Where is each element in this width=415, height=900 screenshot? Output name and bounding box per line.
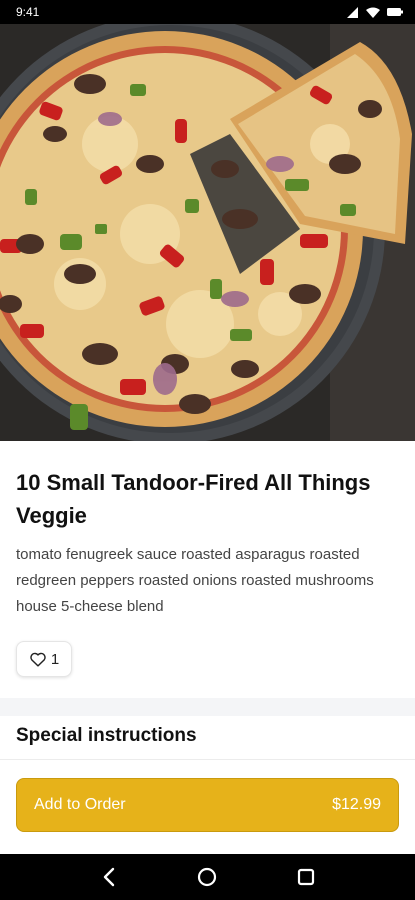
- wifi-icon: [366, 7, 380, 18]
- pizza-illustration: [0, 24, 415, 441]
- item-title: 10 Small Tandoor-Fired All Things Veggie: [16, 470, 371, 528]
- special-instructions-title: Special instructions: [16, 725, 197, 746]
- status-time: 9:41: [16, 5, 40, 19]
- add-to-order-button[interactable]: Add to Order $12.99: [16, 778, 399, 832]
- battery-icon: [387, 7, 403, 17]
- like-button[interactable]: 1: [16, 641, 72, 677]
- like-count: 1: [50, 650, 60, 668]
- back-icon[interactable]: [89, 857, 129, 897]
- item-description: tomato fenugreek sauce roasted asparagus…: [16, 546, 374, 615]
- section-divider: [0, 698, 415, 716]
- item-price: $12.99: [332, 796, 381, 813]
- signal-icon: [347, 6, 359, 18]
- recents-icon[interactable]: [286, 857, 326, 897]
- pizza-photo: [0, 24, 415, 441]
- system-nav-bar: [0, 854, 415, 900]
- order-bar: Add to Order $12.99: [0, 759, 415, 854]
- home-icon[interactable]: [187, 857, 227, 897]
- add-to-order-label: Add to Order: [34, 796, 126, 813]
- status-bar: 9:41: [0, 0, 415, 24]
- heart-icon: [29, 651, 47, 667]
- status-icons: [347, 6, 403, 18]
